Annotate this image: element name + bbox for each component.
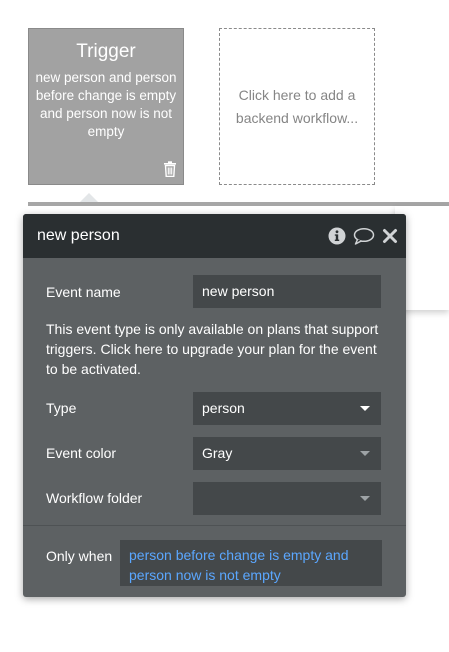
add-backend-workflow-card[interactable]: Click here to add a backend workflow...	[219, 28, 375, 185]
type-dropdown[interactable]: person	[193, 392, 381, 425]
type-dropdown-value: person	[202, 400, 245, 416]
event-name-label: Event name	[46, 284, 121, 300]
only-when-condition-input[interactable]: person before change is empty and person…	[120, 540, 382, 586]
canvas-divider	[28, 202, 449, 206]
trigger-description: new person and person before change is e…	[35, 70, 177, 139]
close-icon[interactable]	[382, 228, 398, 244]
add-backend-workflow-label: Click here to add a backend workflow...	[235, 86, 359, 126]
event-properties-panel: new person Event name This event type is…	[23, 214, 406, 597]
only-when-condition-expression[interactable]: person before change is empty and person…	[129, 547, 348, 583]
trash-icon[interactable]	[163, 161, 177, 177]
comment-icon[interactable]	[353, 227, 375, 245]
event-color-label: Event color	[46, 445, 117, 461]
header-icons	[328, 227, 398, 245]
info-icon[interactable]	[328, 227, 346, 245]
event-name-input[interactable]	[193, 275, 381, 308]
chevron-down-icon	[360, 451, 370, 456]
event-color-dropdown[interactable]: Gray	[193, 437, 381, 470]
panel-header[interactable]: new person	[23, 214, 406, 258]
trigger-title: Trigger	[76, 41, 136, 62]
workflow-folder-label: Workflow folder	[46, 490, 143, 506]
type-label: Type	[46, 400, 77, 416]
chevron-down-icon	[360, 496, 370, 501]
section-divider	[23, 525, 406, 526]
panel-title: new person	[37, 227, 120, 244]
trigger-card[interactable]: Trigger new person and person before cha…	[28, 28, 184, 185]
chevron-down-icon	[360, 406, 370, 411]
panel-pointer	[80, 193, 98, 202]
workflow-folder-dropdown[interactable]	[193, 482, 381, 515]
only-when-label: Only when	[46, 548, 113, 564]
upgrade-plan-notice[interactable]: This event type is only available on pla…	[46, 319, 391, 379]
event-color-dropdown-value: Gray	[202, 445, 233, 461]
